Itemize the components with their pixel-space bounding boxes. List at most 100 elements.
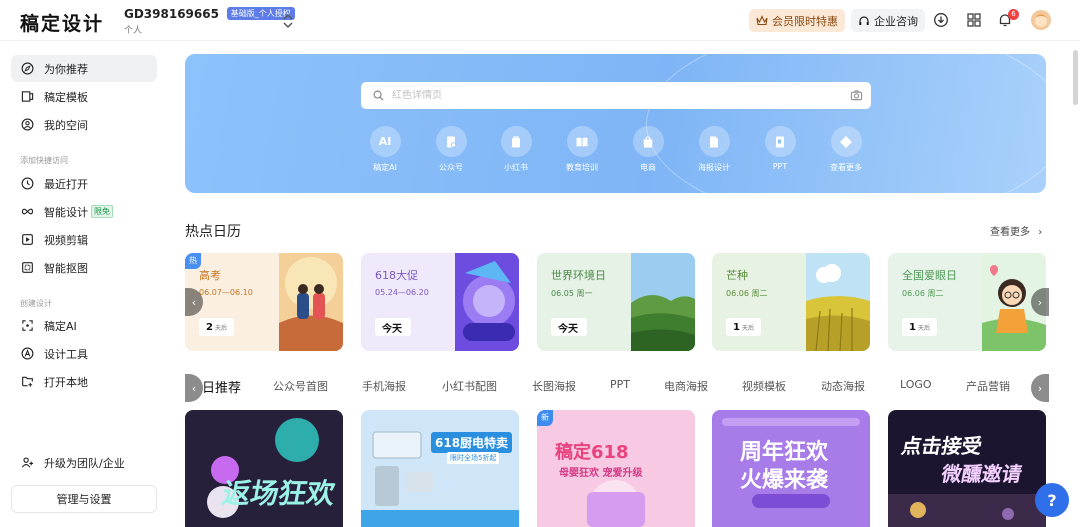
chevron-left-icon: ‹ xyxy=(191,295,197,309)
tab-ecommerce-poster[interactable]: 电商海报 xyxy=(664,378,708,394)
sidebar-item-gaoding-ai[interactable]: 稿定AI xyxy=(11,312,157,339)
quick-entry-label: 公众号 xyxy=(439,163,463,172)
quick-entry-ai[interactable]: AI 稿定AI xyxy=(355,126,415,173)
tab-long-poster[interactable]: 长图海报 xyxy=(532,378,576,394)
calendar-card-618[interactable]: 618大促 05.24—06.20 今天 xyxy=(361,253,519,351)
sidebar-item-design-tool[interactable]: 设计工具 xyxy=(11,340,157,367)
new-tag: 新 xyxy=(537,410,553,426)
chevron-right-icon: › xyxy=(1038,227,1043,238)
sidebar-item-video-edit[interactable]: 视频剪辑 xyxy=(11,226,157,253)
avatar[interactable] xyxy=(1031,10,1051,30)
calendar-card-eye-care-day[interactable]: 全国爱眼日 06.06 周二 1 天后 xyxy=(888,253,1046,351)
more-icon xyxy=(830,126,862,157)
tab-motion-poster[interactable]: 动态海报 xyxy=(821,378,865,394)
sidebar-item-my-space[interactable]: 我的空间 xyxy=(11,111,157,138)
switch-account-icon[interactable] xyxy=(280,12,296,30)
sidebar-item-open-local[interactable]: 打开本地 xyxy=(11,368,157,395)
countdown-unit: 天后 xyxy=(917,324,930,332)
folder-icon xyxy=(22,376,33,387)
see-more-link[interactable]: 查看更多 › xyxy=(990,223,1042,238)
template-title: 点击接受 xyxy=(899,434,984,458)
countdown-value: 1 xyxy=(733,321,740,333)
quick-entry-more[interactable]: 查看更多 xyxy=(816,126,876,173)
sidebar-item-templates[interactable]: 稿定模板 xyxy=(11,83,157,110)
account-info[interactable]: GD398169665 基础版_个人授权 个人 xyxy=(124,7,295,36)
calendar-card-environment-day[interactable]: 世界环境日 06.05 周一 今天 xyxy=(537,253,695,351)
tabs-prev-button[interactable]: ‹ xyxy=(185,374,203,402)
sidebar-item-recent[interactable]: 最近打开 xyxy=(11,170,157,197)
calendar-card-mangzhong[interactable]: 芒种 06.06 周二 1 天后 xyxy=(712,253,870,351)
chevron-right-icon: › xyxy=(1037,381,1043,395)
countdown-value: 今天 xyxy=(382,323,402,335)
calendar-card-date: 06.05 周一 xyxy=(551,289,593,298)
tab-logo[interactable]: LOGO xyxy=(900,378,932,391)
hot-calendar-title: 热点日历 xyxy=(185,224,241,240)
countdown-unit: 天后 xyxy=(741,324,754,332)
sidebar-item-label: 我的空间 xyxy=(44,118,88,132)
help-button[interactable]: ? xyxy=(1035,483,1069,517)
ai-icon xyxy=(22,320,33,331)
sidebar-item-label: 智能抠图 xyxy=(44,261,88,275)
template-card[interactable]: 新 稿定618 母婴狂欢 宠爱升级 xyxy=(537,410,695,527)
book-icon xyxy=(566,126,598,157)
calendar-card-date: 06.07—06.10 xyxy=(199,288,253,297)
calendar-card-name: 世界环境日 xyxy=(551,269,606,282)
quick-entry-education[interactable]: 教育培训 xyxy=(552,126,612,173)
search-bar[interactable] xyxy=(361,82,871,109)
tab-ppt[interactable]: PPT xyxy=(610,378,630,391)
calendar-countdown: 2 天后 xyxy=(199,318,234,336)
calendar-card-name: 全国爱眼日 xyxy=(902,269,957,282)
video-icon xyxy=(22,234,33,245)
sidebar: 为你推荐 稿定模板 我的空间 添加快捷访问 最近打开 智能设计 限免 视频剪辑 … xyxy=(0,41,170,527)
sidebar-item-label: 视频剪辑 xyxy=(44,233,88,247)
template-card[interactable]: 周年狂欢 火爆来袭 xyxy=(712,410,870,527)
template-card[interactable]: 点击接受 微醺邀请 xyxy=(888,410,1046,527)
quick-entry-xiaohongshu[interactable]: 小红书 xyxy=(486,126,546,173)
tabs-next-button[interactable]: › xyxy=(1031,374,1049,402)
cutout-icon xyxy=(22,262,33,273)
quick-entry-ppt[interactable]: PPT xyxy=(750,126,810,171)
countdown-unit: 天后 xyxy=(214,324,227,332)
download-icon[interactable] xyxy=(933,12,949,28)
enterprise-consult-label: 企业咨询 xyxy=(874,14,918,28)
template-subtitle: 限时全场5折起 xyxy=(447,452,500,464)
page-scrollbar[interactable] xyxy=(1073,50,1078,105)
template-subtitle: 微醺邀请 xyxy=(939,462,1024,486)
notification-badge: 6 xyxy=(1008,9,1019,20)
template-card[interactable]: 返场狂欢 xyxy=(185,410,343,527)
quick-entry-ecommerce[interactable]: 电商 xyxy=(618,126,678,173)
tab-recommend[interactable]: 日推荐 xyxy=(202,377,241,396)
search-input[interactable] xyxy=(392,90,822,101)
sidebar-item-recommend[interactable]: 为你推荐 xyxy=(11,55,157,82)
calendar-card-gaokao[interactable]: 热 高考 06.07—06.10 2 天后 xyxy=(185,253,343,351)
xiaohongshu-icon xyxy=(500,126,532,157)
tab-official-cover[interactable]: 公众号首图 xyxy=(273,378,328,394)
upgrade-team-button[interactable]: 升级为团队/企业 xyxy=(11,449,157,476)
camera-icon[interactable] xyxy=(850,89,863,102)
tab-mobile-poster[interactable]: 手机海报 xyxy=(362,378,406,394)
manage-settings-button[interactable]: 管理与设置 xyxy=(11,485,157,513)
sidebar-item-cutout[interactable]: 智能抠图 xyxy=(11,254,157,281)
template-title: 618厨电特卖 xyxy=(431,432,513,453)
sidebar-item-label: 稿定模板 xyxy=(44,90,88,104)
user-space-icon xyxy=(21,118,34,131)
tab-product-marketing[interactable]: 产品营销 xyxy=(966,378,1010,394)
account-type: 个人 xyxy=(124,26,143,36)
template-card[interactable]: 618厨电特卖 限时全场5折起 xyxy=(361,410,519,527)
template-title: 稿定618 xyxy=(555,442,629,463)
sidebar-item-label: 智能设计 xyxy=(44,205,88,219)
compass-icon xyxy=(21,62,34,75)
poster-icon xyxy=(698,126,730,157)
quick-entry-official-account[interactable]: 公众号 xyxy=(421,126,481,173)
apps-grid-icon[interactable] xyxy=(966,12,982,28)
sidebar-item-smart-design[interactable]: 智能设计 限免 xyxy=(11,198,157,225)
quick-entry-poster[interactable]: 海报设计 xyxy=(684,126,744,173)
calendar-card-date: 06.06 周二 xyxy=(726,289,768,298)
official-account-icon xyxy=(435,126,467,157)
sidebar-group-create: 创建设计 xyxy=(20,299,52,308)
tab-xiaohongshu[interactable]: 小红书配图 xyxy=(442,378,497,394)
app-logo[interactable]: 稿定设计 xyxy=(20,9,104,36)
vip-offer-button[interactable]: 会员限时特惠 xyxy=(749,9,845,32)
tab-video-template[interactable]: 视频模板 xyxy=(742,378,786,394)
enterprise-consult-button[interactable]: 企业咨询 xyxy=(851,9,925,32)
